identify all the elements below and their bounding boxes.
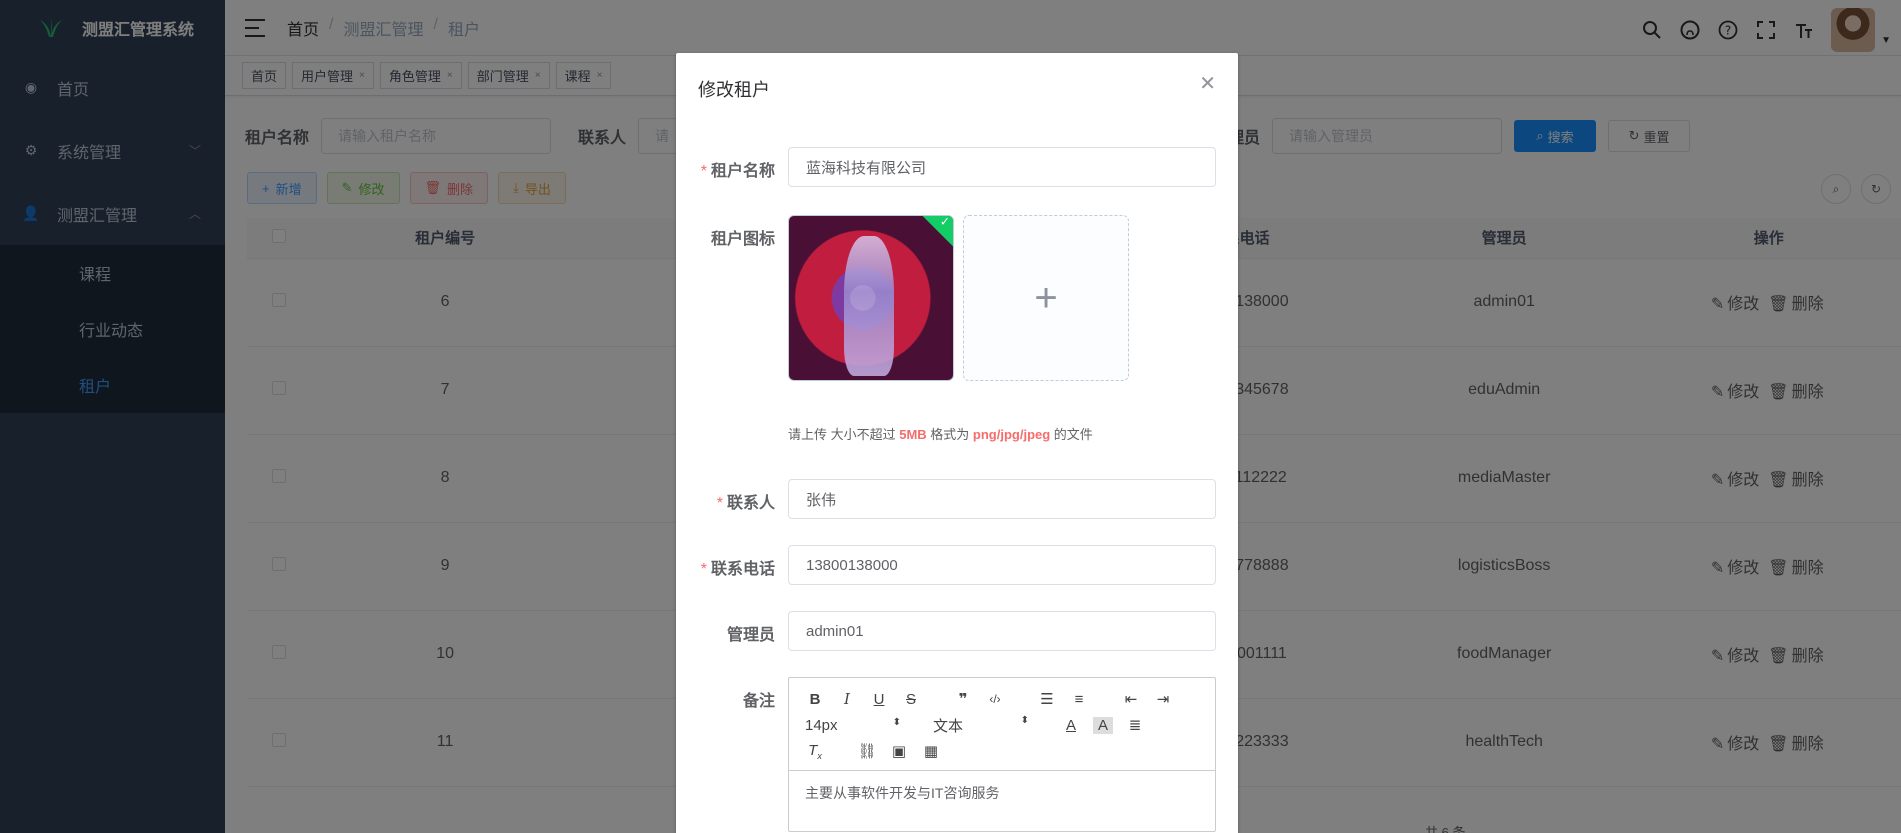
image-icon[interactable]: ▣ <box>889 742 909 760</box>
edit-tenant-dialog: 修改租户 ✕ * 租户名称 蓝海科技有限公司 租户图标 ✓ + 请上传 大小不超过… <box>676 53 1238 833</box>
field-value: 蓝海科技有限公司 <box>806 159 927 177</box>
ordered-list-icon[interactable]: ☰ <box>1037 690 1057 708</box>
field-value: admin01 <box>806 622 864 640</box>
background-color-icon[interactable]: A <box>1093 716 1113 734</box>
editor-toolbar: B I U S ❞ ‹/› ☰ ≡ ⇤ ⇥ 14px ⬍ 文本 ⬍ A A ≣ … <box>789 678 1215 771</box>
updown-icon: ⬍ <box>892 716 901 728</box>
strikethrough-icon[interactable]: S <box>901 691 921 708</box>
label-text: 联系电话 <box>710 561 775 578</box>
select-value: 文本 <box>933 717 964 735</box>
tip-text: 的文件 <box>1050 427 1093 442</box>
editor-toolbar-row: B I U S ❞ ‹/› ☰ ≡ ⇤ ⇥ <box>805 686 1207 712</box>
rich-text-editor: B I U S ❞ ‹/› ☰ ≡ ⇤ ⇥ 14px ⬍ 文本 ⬍ A A ≣ … <box>788 677 1216 832</box>
editor-toolbar-row: Tx ⛓ ▣ ▦ <box>805 738 1207 764</box>
bullet-list-icon[interactable]: ≡ <box>1069 691 1089 708</box>
contact-label: * 联系人 <box>717 489 775 513</box>
phone-label: * 联系电话 <box>701 555 775 579</box>
field-value: 张伟 <box>806 491 837 509</box>
editor-content[interactable]: 主要从事软件开发与IT咨询服务 <box>789 771 1215 831</box>
align-icon[interactable]: ≣ <box>1125 716 1145 734</box>
dialog-title: 修改租户 <box>698 80 770 100</box>
clear-format-icon[interactable]: Tx <box>805 742 825 761</box>
field-value: 13800138000 <box>806 556 898 574</box>
tenant-name-label: * 租户名称 <box>701 157 775 181</box>
tenant-icon-label: 租户图标 <box>710 231 775 248</box>
link-icon[interactable]: ⛓ <box>857 742 877 760</box>
remark-label: 备注 <box>742 693 775 710</box>
tip-text: 请上传 大小不超过 <box>788 427 900 442</box>
indent-icon[interactable]: ⇥ <box>1153 690 1173 708</box>
underline-icon[interactable]: U <box>869 691 889 708</box>
italic-icon[interactable]: I <box>837 690 857 708</box>
check-icon: ✓ <box>939 215 950 229</box>
admin-label: 管理员 <box>726 627 775 644</box>
required-mark: * <box>716 495 723 512</box>
tip-format: png/jpg/jpeg <box>972 427 1051 442</box>
uploaded-icon-image[interactable]: ✓ <box>788 215 954 381</box>
code-block-icon[interactable]: ‹/› <box>985 692 1005 706</box>
updown-icon: ⬍ <box>1020 714 1029 726</box>
upload-success-badge: ✓ <box>921 215 953 248</box>
tip-size: 5MB <box>899 427 927 442</box>
upload-add-button[interactable]: + <box>963 215 1129 381</box>
required-mark: * <box>700 163 707 180</box>
outdent-icon[interactable]: ⇤ <box>1121 690 1141 708</box>
plus-icon: + <box>1034 275 1058 320</box>
text-style-select[interactable]: 文本 ⬍ <box>933 715 1029 736</box>
phone-field[interactable]: 13800138000 <box>788 545 1216 585</box>
editor-toolbar-row: 14px ⬍ 文本 ⬍ A A ≣ <box>805 712 1207 738</box>
image-figure <box>844 236 894 376</box>
select-value: 14px <box>805 716 838 734</box>
video-icon[interactable]: ▦ <box>921 742 941 760</box>
bold-icon[interactable]: B <box>805 691 825 708</box>
font-size-select[interactable]: 14px ⬍ <box>805 717 901 734</box>
tenant-name-field[interactable]: 蓝海科技有限公司 <box>788 147 1216 187</box>
blockquote-icon[interactable]: ❞ <box>953 690 973 708</box>
label-text: 租户名称 <box>710 163 775 180</box>
upload-tip: 请上传 大小不超过 5MB 格式为 png/jpg/jpeg 的文件 <box>788 424 1093 443</box>
admin-field[interactable]: admin01 <box>788 611 1216 651</box>
font-color-icon[interactable]: A <box>1061 717 1081 734</box>
close-icon[interactable]: ✕ <box>1199 71 1216 96</box>
contact-field[interactable]: 张伟 <box>788 479 1216 519</box>
tip-text: 格式为 <box>926 427 973 442</box>
editor-text: 主要从事软件开发与IT咨询服务 <box>805 785 1000 801</box>
label-text: 联系人 <box>726 495 775 512</box>
required-mark: * <box>700 561 707 578</box>
